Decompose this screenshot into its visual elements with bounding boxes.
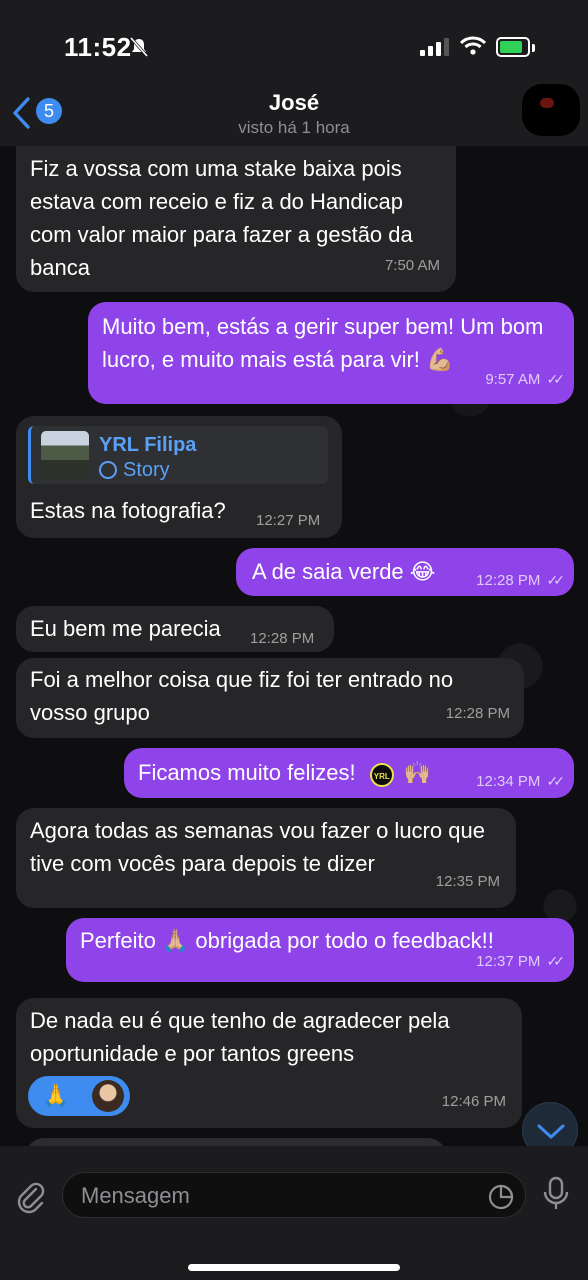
message-input-bar: Mensagem — [0, 1146, 588, 1280]
message-outgoing[interactable]: Perfeito 🙏🏼 obrigada por todo o feedback… — [66, 918, 574, 982]
message-reactions[interactable]: 🙏 — [28, 1076, 130, 1116]
last-seen-status: visto há 1 hora — [238, 118, 350, 137]
message-incoming[interactable]: YRL Filipa Story Estas na fotografia? 12… — [16, 416, 342, 538]
read-ticks-icon: ✓✓ — [546, 953, 566, 969]
message-time: 12:46 PM — [441, 1093, 506, 1110]
story-thumbnail — [41, 431, 89, 479]
paperclip-icon[interactable] — [14, 1180, 48, 1214]
sticker-icon[interactable] — [487, 1183, 515, 1211]
yrl-logo-emoji: YRL — [369, 763, 394, 787]
reply-type: Story — [99, 454, 170, 487]
read-ticks-icon: ✓✓ — [546, 572, 566, 588]
message-time: 12:37 PM — [476, 953, 541, 970]
status-time: 11:52 — [64, 32, 132, 62]
battery-icon — [496, 37, 530, 57]
message-time: 12:28 PM — [445, 705, 510, 722]
microphone-icon[interactable] — [542, 1176, 570, 1212]
message-meta: 12:34 PM ✓✓ — [476, 765, 566, 798]
message-input[interactable]: Mensagem — [62, 1172, 526, 1218]
message-time: 12:27 PM — [256, 512, 321, 529]
message-text: Ficamos muito felizes! — [138, 760, 356, 785]
cellular-signal-icon — [420, 38, 449, 56]
message-incoming-partial[interactable] — [26, 1138, 446, 1146]
home-indicator — [188, 1264, 400, 1271]
message-input-placeholder: Mensagem — [81, 1183, 190, 1208]
message-meta: 9:57 AM ✓✓ — [485, 363, 566, 396]
message-outgoing[interactable]: Muito bem, estás a gerir super bem! Um b… — [88, 302, 574, 404]
message-time: 7:50 AM — [384, 257, 440, 274]
story-icon — [99, 461, 117, 479]
message-text: Fiz a vossa com uma stake baixa pois est… — [30, 156, 413, 280]
message-text: Estas na fotografia? — [30, 498, 226, 523]
message-time: 12:34 PM — [476, 773, 541, 790]
raising-hands-emoji: 🙌🏼 — [403, 760, 432, 785]
pray-reaction-emoji: 🙏 — [42, 1083, 70, 1108]
message-meta: 12:28 PM ✓✓ — [476, 564, 566, 597]
chat-header: 5 José visto há 1 hora — [0, 84, 588, 146]
message-incoming[interactable]: Agora todas as semanas vou fazer o lucro… — [16, 808, 516, 908]
message-incoming[interactable]: Eu bem me parecia 12:28 PM — [16, 606, 334, 652]
reactor-avatar — [92, 1080, 124, 1112]
message-meta: 12:37 PM ✓✓ — [476, 945, 566, 978]
message-incoming[interactable]: Fiz a vossa com uma stake baixa pois est… — [16, 146, 456, 292]
bell-off-icon — [129, 37, 149, 57]
read-ticks-icon: ✓✓ — [546, 773, 566, 789]
message-time: 12:35 PM — [435, 873, 500, 890]
message-incoming[interactable]: De nada eu é que tenho de agradecer pela… — [16, 998, 522, 1128]
message-incoming[interactable]: Foi a melhor coisa que fiz foi ter entra… — [16, 658, 524, 738]
message-text: Foi a melhor coisa que fiz foi ter entra… — [30, 667, 454, 725]
story-reply-preview[interactable]: YRL Filipa Story — [28, 426, 328, 484]
message-time: 12:28 PM — [476, 572, 541, 589]
message-text: Agora todas as semanas vou fazer o lucro… — [30, 818, 485, 876]
message-time: 12:28 PM — [250, 630, 315, 647]
message-outgoing[interactable]: Ficamos muito felizes! YRL 🙌🏼 12:34 PM ✓… — [124, 748, 574, 798]
battery-tip — [532, 44, 535, 52]
contact-avatar[interactable] — [522, 84, 580, 136]
status-bar: 11:52 — [0, 0, 588, 90]
message-outgoing[interactable]: A de saia verde 😂 12:28 PM ✓✓ — [236, 548, 574, 596]
chat-messages[interactable]: Fiz a vossa com uma stake baixa pois est… — [0, 146, 588, 1146]
reply-type-label: Story — [123, 459, 170, 481]
message-text: De nada eu é que tenho de agradecer pela… — [30, 1008, 450, 1066]
wifi-icon — [460, 36, 486, 55]
read-ticks-icon: ✓✓ — [546, 371, 566, 387]
chat-title[interactable]: José — [0, 90, 588, 116]
message-time: 9:57 AM — [485, 371, 541, 388]
